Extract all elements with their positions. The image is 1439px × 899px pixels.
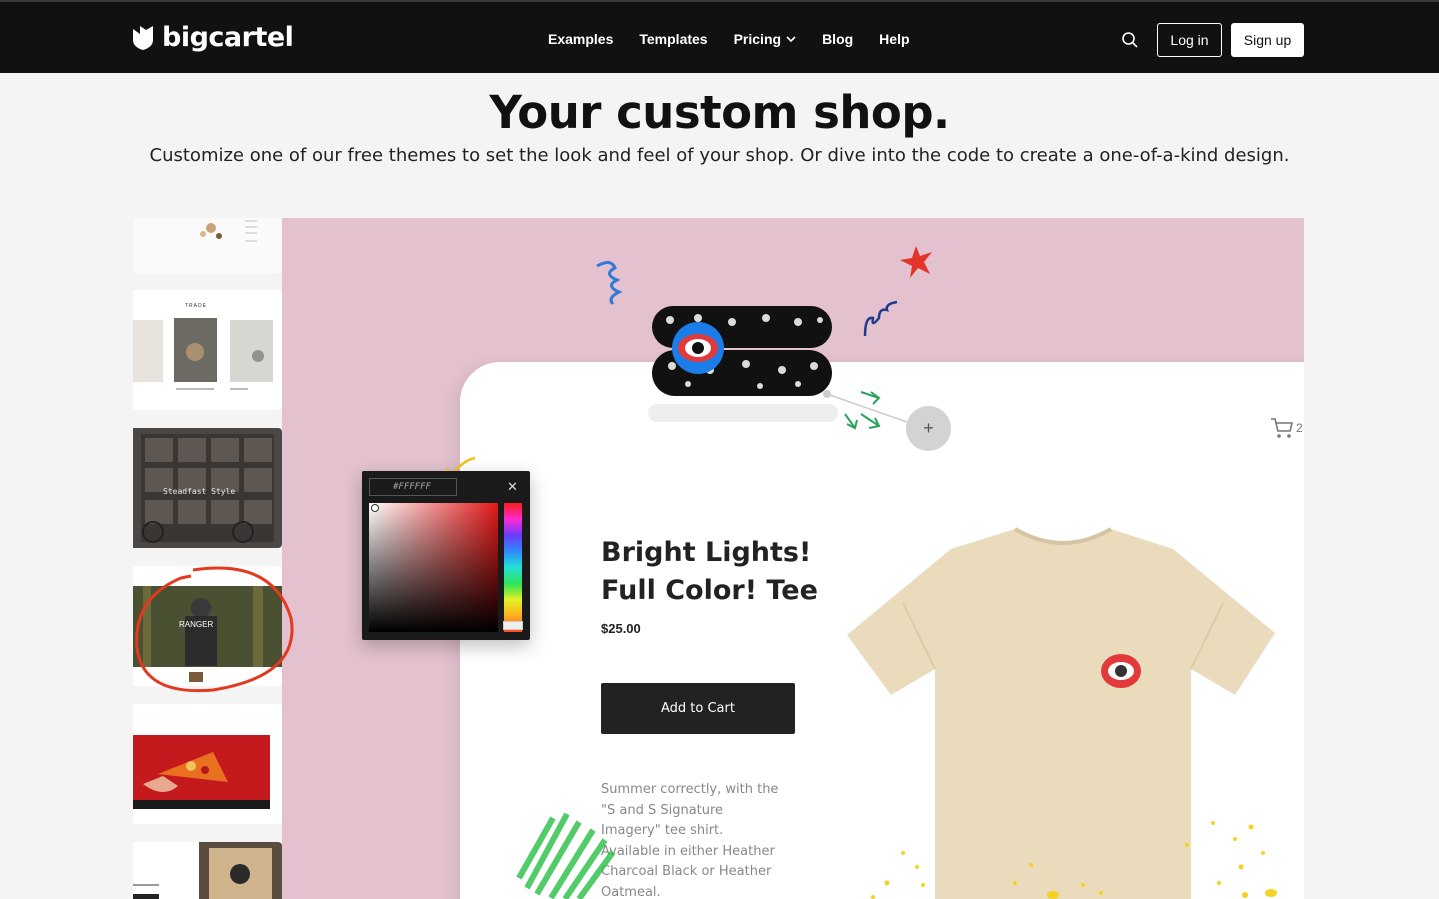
shop-logo-icon <box>648 306 838 422</box>
theme-preview-image <box>133 704 282 824</box>
logo[interactable]: bigcartel <box>132 22 294 53</box>
product-title: Bright Lights! Full Color! Tee <box>601 537 818 606</box>
top-nav: bigcartel Examples Templates Pricing Blo… <box>0 0 1439 73</box>
green-scribble-icon <box>516 812 616 899</box>
login-button[interactable]: Log in <box>1157 23 1222 57</box>
chevron-down-icon <box>786 35 796 42</box>
nav-templates[interactable]: Templates <box>639 31 707 47</box>
hero-title: Your custom shop. <box>489 86 950 139</box>
theme-thumbnail[interactable] <box>133 704 282 824</box>
product-tshirt-image <box>847 527 1277 899</box>
search-icon[interactable] <box>1120 30 1140 50</box>
close-icon[interactable]: ✕ <box>507 479 518 495</box>
hue-slider[interactable] <box>504 503 522 632</box>
cart-button[interactable]: 2 <box>1270 416 1304 440</box>
theme-showcase: TRADE Steadfast Style RANGER + 2 #FFFFFF… <box>133 218 1304 899</box>
color-handle[interactable] <box>371 504 379 512</box>
bigcartel-logo-icon <box>133 25 153 50</box>
red-circle-doodle-icon <box>135 566 294 693</box>
theme-thumbnail-label: TRADE <box>185 303 207 309</box>
theme-preview-image <box>133 842 282 899</box>
theme-preview-image <box>133 218 282 273</box>
navy-squiggle-icon <box>863 300 898 337</box>
nav-examples[interactable]: Examples <box>548 31 613 47</box>
nav-links: Examples Templates Pricing Blog Help <box>548 31 910 47</box>
nav-pricing-label: Pricing <box>733 31 782 47</box>
red-star-doodle-icon <box>900 246 932 278</box>
cart-icon <box>1271 418 1294 438</box>
cart-count: 2 <box>1296 421 1303 435</box>
hex-input[interactable]: #FFFFFF <box>369 478 457 496</box>
theme-thumbnail-label: Steadfast Style <box>163 487 236 496</box>
theme-preview-image <box>133 290 282 410</box>
logo-text: bigcartel <box>162 22 294 53</box>
product-price: $25.00 <box>601 621 641 636</box>
saturation-field[interactable] <box>369 503 498 632</box>
nav-blog[interactable]: Blog <box>822 31 853 47</box>
theme-thumbnail[interactable] <box>133 842 282 899</box>
add-to-cart-button[interactable]: Add to Cart <box>601 683 795 734</box>
hero-subtitle: Customize one of our free themes to set … <box>149 145 1290 166</box>
nav-pricing[interactable]: Pricing <box>734 31 796 47</box>
color-picker: #FFFFFF ✕ <box>362 471 530 640</box>
nav-help[interactable]: Help <box>879 31 909 47</box>
blue-squiggle-icon <box>596 261 623 306</box>
hue-slider-handle[interactable] <box>503 621 523 630</box>
theme-thumbnail[interactable]: TRADE <box>133 290 282 410</box>
theme-thumbnail[interactable]: Steadfast Style <box>133 428 282 548</box>
connector-line-icon <box>823 390 908 423</box>
add-element-button[interactable]: + <box>906 406 951 451</box>
product-description: Summer correctly, with the "S and S Sign… <box>601 782 779 899</box>
signup-button[interactable]: Sign up <box>1231 23 1304 57</box>
theme-thumbnail[interactable] <box>133 218 282 273</box>
